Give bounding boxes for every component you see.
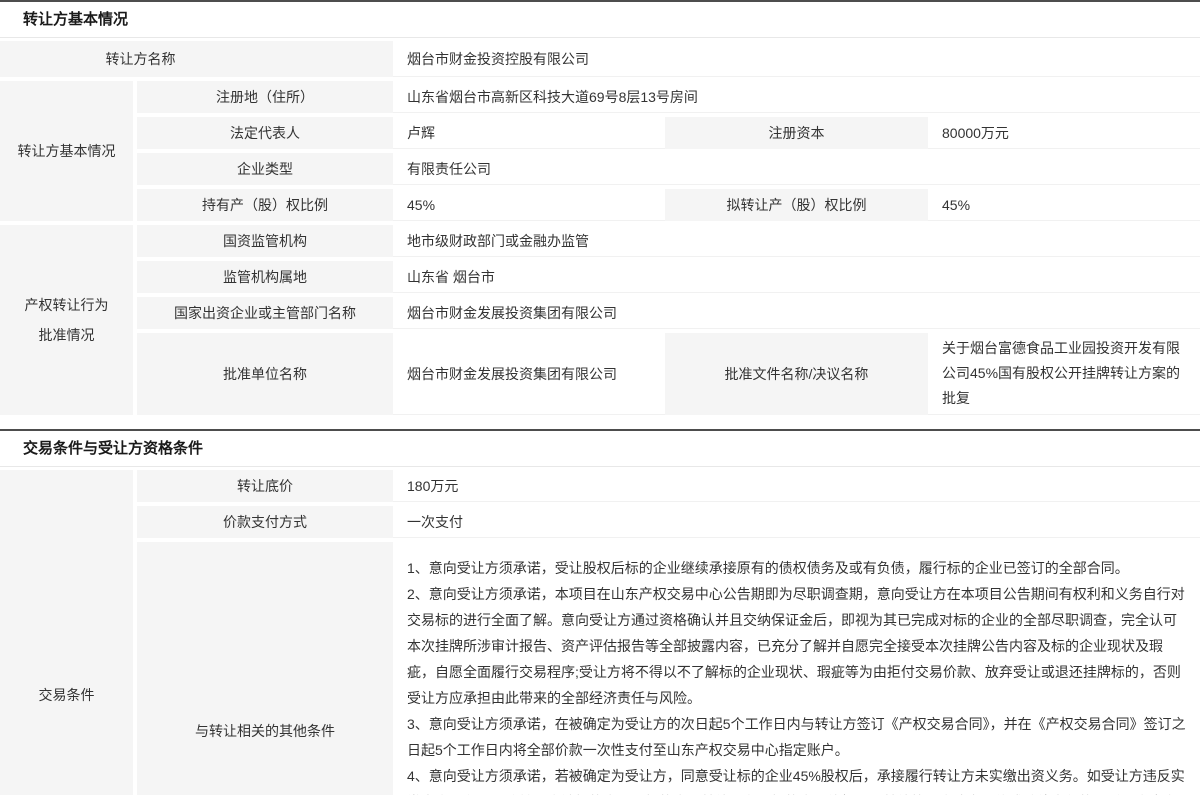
table-row-approver: 批准单位名称 烟台市财金发展投资集团有限公司 批准文件名称/决议名称 关于烟台富… (137, 333, 1200, 415)
base-price-label: 转让底价 (137, 470, 393, 502)
other-conditions-paragraph-4: 4、意向受让方须承诺，若被确定为受让方，同意受让标的企业45%股权后，承接履行转… (407, 763, 1186, 795)
approval-document-label: 批准文件名称/决议名称 (665, 333, 928, 415)
regulator-label: 国资监管机构 (137, 225, 393, 257)
section-transaction-conditions: 交易条件与受让方资格条件 交易条件 转让底价 180万元 价款支付方式 一次支付… (0, 429, 1200, 795)
regulator-region-label: 监管机构属地 (137, 261, 393, 293)
listing-detail-page: 转让方基本情况 转让方名称 烟台市财金投资控股有限公司 转让方基本情况 注册地（… (0, 0, 1200, 795)
table-row-other-conditions: 与转让相关的其他条件 1、意向受让方须承诺，受让股权后标的企业继续承接原有的债权… (137, 542, 1200, 795)
section-title-transaction: 交易条件与受让方资格条件 (0, 431, 1200, 467)
group-transaction-conditions: 交易条件 转让底价 180万元 价款支付方式 一次支付 与转让相关的其他条件 1… (0, 470, 1200, 795)
section-title-transferor: 转让方基本情况 (0, 2, 1200, 38)
table-row-regulator-region: 监管机构属地 山东省 烟台市 (137, 261, 1200, 293)
other-conditions-paragraph-3: 3、意向受让方须承诺，在被确定为受让方的次日起5个工作日内与转让方签订《产权交易… (407, 711, 1186, 763)
group-label-approval-info: 产权转让行为 批准情况 (0, 225, 133, 415)
registered-address-label: 注册地（住所） (137, 81, 393, 113)
section-transferor-info: 转让方基本情况 转让方名称 烟台市财金投资控股有限公司 转让方基本情况 注册地（… (0, 0, 1200, 419)
base-price-value: 180万元 (393, 470, 1200, 502)
enterprise-type-label: 企业类型 (137, 153, 393, 185)
transfer-equity-ratio-label: 拟转让产（股）权比例 (665, 189, 928, 221)
table-row-registered-address: 注册地（住所） 山东省烟台市高新区科技大道69号8层13号房间 (137, 81, 1200, 113)
registered-capital-label: 注册资本 (665, 117, 928, 149)
table-row-transferor-name: 转让方名称 烟台市财金投资控股有限公司 (0, 41, 1200, 77)
approval-document-value: 关于烟台富德食品工业园投资开发有限公司45%国有股权公开挂牌转让方案的批复 (928, 333, 1200, 415)
group-label-basic-info: 转让方基本情况 (0, 81, 133, 221)
table-row-enterprise-type: 企业类型 有限责任公司 (137, 153, 1200, 185)
regulator-value: 地市级财政部门或金融办监管 (393, 225, 1200, 257)
table-row-equity-ratio: 持有产（股）权比例 45% 拟转让产（股）权比例 45% (137, 189, 1200, 221)
table-row-payment-method: 价款支付方式 一次支付 (137, 506, 1200, 538)
legal-representative-value: 卢辉 (393, 117, 665, 149)
group-basic-info: 转让方基本情况 注册地（住所） 山东省烟台市高新区科技大道69号8层13号房间 … (0, 81, 1200, 225)
table-row-regulator: 国资监管机构 地市级财政部门或金融办监管 (137, 225, 1200, 257)
other-conditions-label: 与转让相关的其他条件 (137, 542, 393, 795)
group-label-approval-line1: 产权转让行为 (25, 290, 109, 320)
approver-label: 批准单位名称 (137, 333, 393, 415)
table-row-legal-representative: 法定代表人 卢辉 注册资本 80000万元 (137, 117, 1200, 149)
legal-representative-label: 法定代表人 (137, 117, 393, 149)
other-conditions-value: 1、意向受让方须承诺，受让股权后标的企业继续承接原有的债权债务及或有负债，履行标… (393, 542, 1200, 795)
transferor-name-label: 转让方名称 (0, 41, 393, 77)
group-approval-info-rows: 国资监管机构 地市级财政部门或金融办监管 监管机构属地 山东省 烟台市 国家出资… (137, 225, 1200, 419)
registered-address-value: 山东省烟台市高新区科技大道69号8层13号房间 (393, 81, 1200, 113)
table-row-state-enterprise: 国家出资企业或主管部门名称 烟台市财金发展投资集团有限公司 (137, 297, 1200, 329)
payment-method-value: 一次支付 (393, 506, 1200, 538)
group-label-approval-line2: 批准情况 (39, 320, 95, 350)
group-approval-info: 产权转让行为 批准情况 国资监管机构 地市级财政部门或金融办监管 监管机构属地 … (0, 225, 1200, 419)
enterprise-type-value: 有限责任公司 (393, 153, 1200, 185)
group-basic-info-rows: 注册地（住所） 山东省烟台市高新区科技大道69号8层13号房间 法定代表人 卢辉… (137, 81, 1200, 225)
registered-capital-value: 80000万元 (928, 117, 1200, 149)
other-conditions-paragraph-2: 2、意向受让方须承诺，本项目在山东产权交易中心公告期即为尽职调查期，意向受让方在… (407, 581, 1186, 711)
state-enterprise-label: 国家出资企业或主管部门名称 (137, 297, 393, 329)
held-equity-ratio-value: 45% (393, 189, 665, 221)
held-equity-ratio-label: 持有产（股）权比例 (137, 189, 393, 221)
other-conditions-paragraph-1: 1、意向受让方须承诺，受让股权后标的企业继续承接原有的债权债务及或有负债，履行标… (407, 555, 1186, 581)
payment-method-label: 价款支付方式 (137, 506, 393, 538)
table-row-base-price: 转让底价 180万元 (137, 470, 1200, 502)
section-transferor-rows: 转让方名称 烟台市财金投资控股有限公司 转让方基本情况 注册地（住所） 山东省烟… (0, 41, 1200, 419)
group-transaction-rows: 转让底价 180万元 价款支付方式 一次支付 与转让相关的其他条件 1、意向受让… (137, 470, 1200, 795)
regulator-region-value: 山东省 烟台市 (393, 261, 1200, 293)
state-enterprise-value: 烟台市财金发展投资集团有限公司 (393, 297, 1200, 329)
group-label-transaction-conditions: 交易条件 (0, 470, 133, 795)
approver-value: 烟台市财金发展投资集团有限公司 (393, 333, 665, 415)
transfer-equity-ratio-value: 45% (928, 189, 1200, 221)
section-transaction-rows: 交易条件 转让底价 180万元 价款支付方式 一次支付 与转让相关的其他条件 1… (0, 470, 1200, 795)
section-gap (0, 419, 1200, 429)
transferor-name-value: 烟台市财金投资控股有限公司 (393, 41, 1200, 77)
